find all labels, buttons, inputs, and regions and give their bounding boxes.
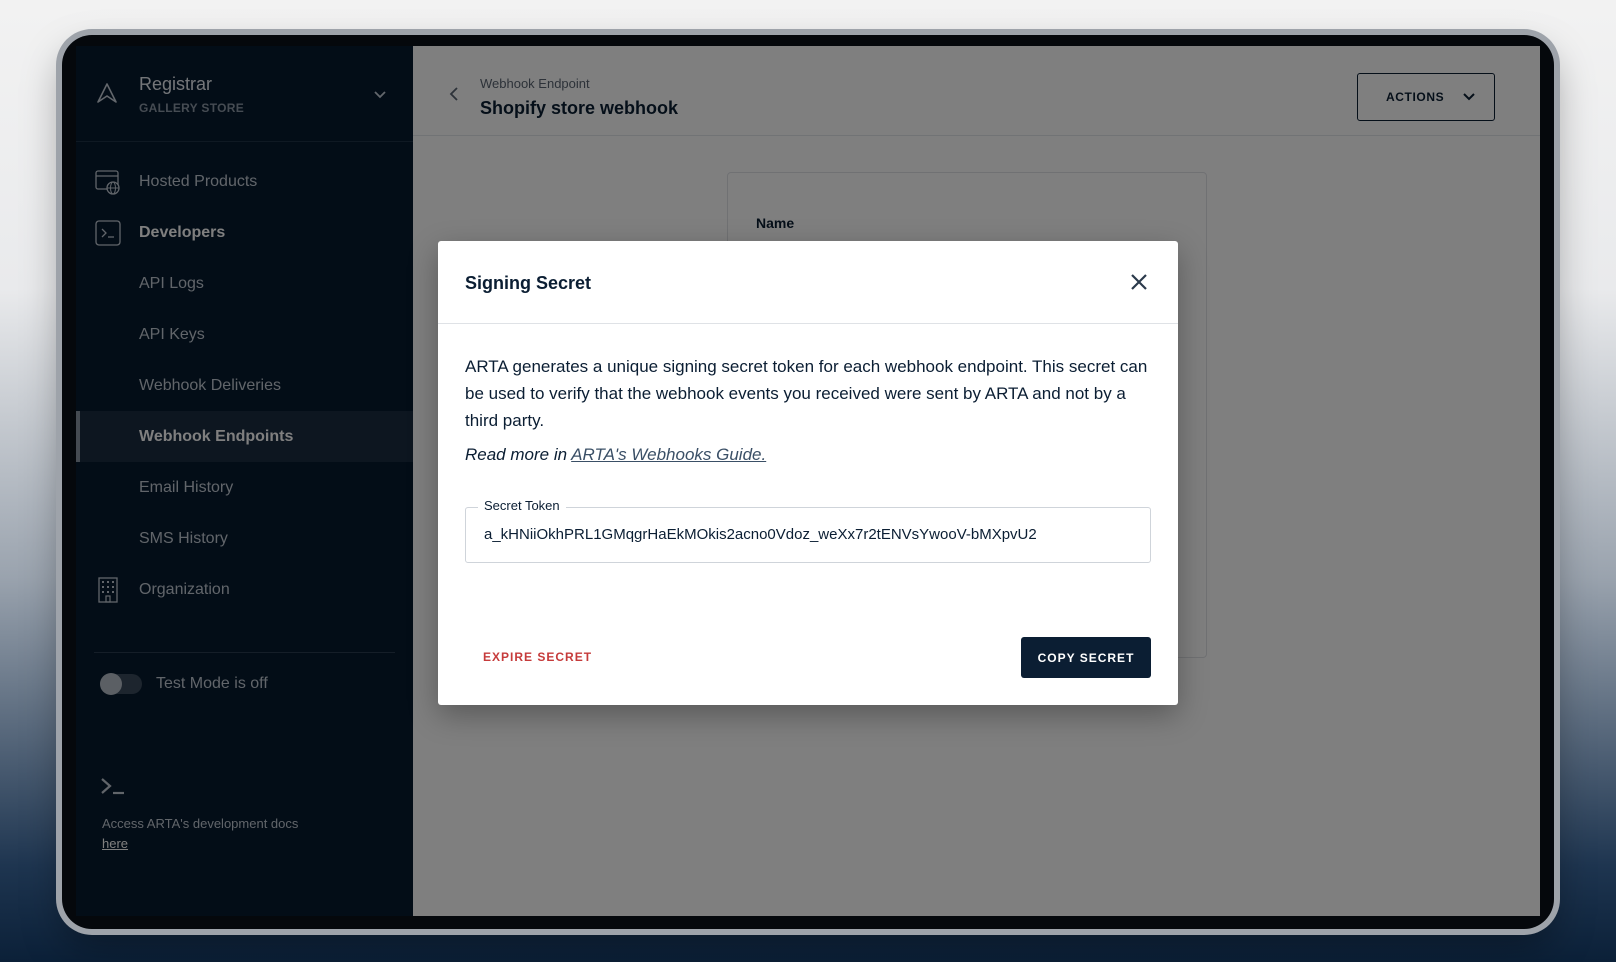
copy-secret-button[interactable]: COPY SECRET xyxy=(1021,637,1151,678)
secret-token-value[interactable]: a_kHNiiOkhPRL1GMqgrHaEkMOkis2acno0Vdoz_w… xyxy=(484,526,1037,543)
expire-secret-button[interactable]: EXPIRE SECRET xyxy=(483,650,592,664)
read-more: Read more in ARTA's Webhooks Guide. xyxy=(465,445,766,465)
secret-token-field[interactable]: Secret Token a_kHNiiOkhPRL1GMqgrHaEkMOki… xyxy=(465,498,1151,563)
dialog-header: Signing Secret xyxy=(438,241,1178,324)
app-screen: Registrar GALLERY STORE Hosted Products xyxy=(76,46,1540,916)
read-more-prefix: Read more in xyxy=(465,445,572,464)
dialog-title: Signing Secret xyxy=(465,273,592,293)
close-icon[interactable] xyxy=(1128,271,1150,293)
device-frame: Registrar GALLERY STORE Hosted Products xyxy=(62,35,1554,929)
dialog-description: ARTA generates a unique signing secret t… xyxy=(465,357,1148,430)
webhooks-guide-link[interactable]: ARTA's Webhooks Guide. xyxy=(571,445,766,464)
signing-secret-dialog: Signing Secret ARTA generates a unique s… xyxy=(438,241,1178,705)
secret-token-label: Secret Token xyxy=(478,498,566,513)
